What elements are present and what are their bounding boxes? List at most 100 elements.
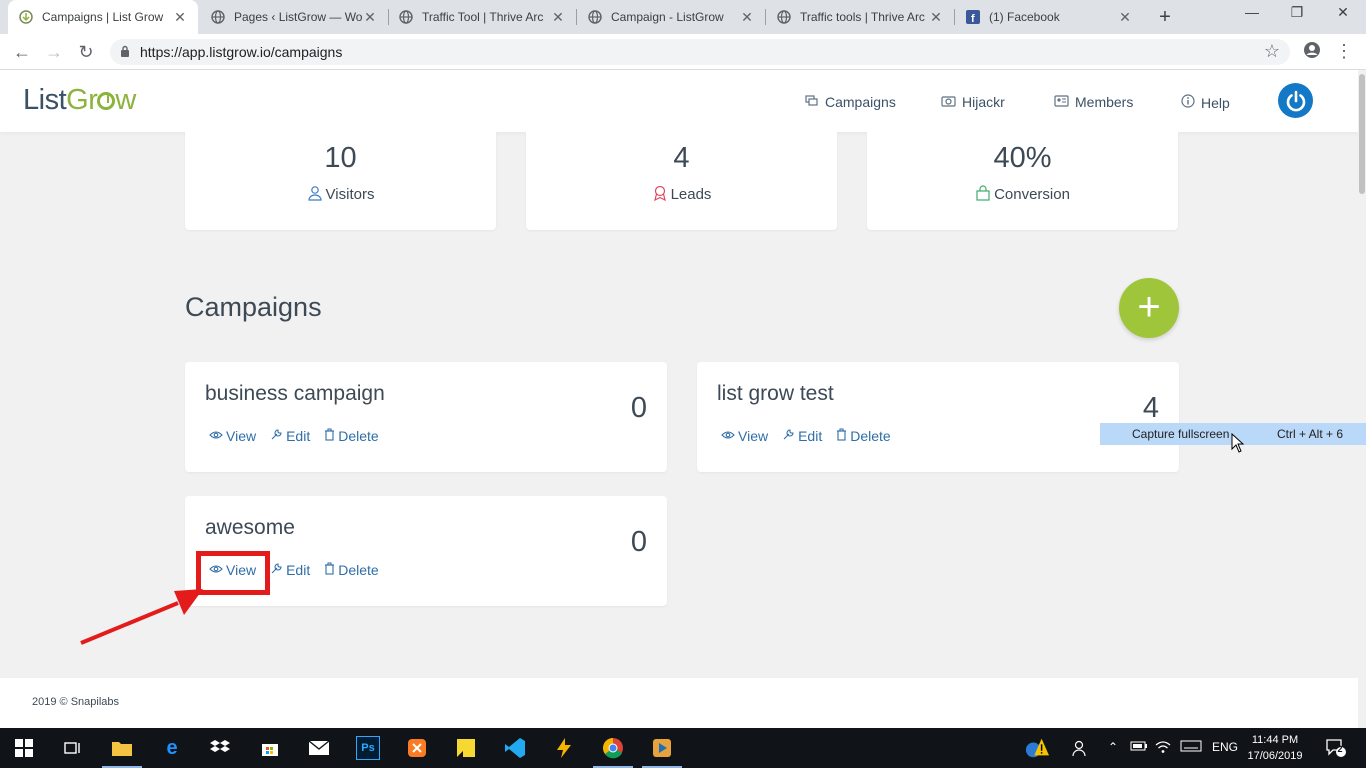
close-tab-icon[interactable]: ✕ (362, 9, 378, 26)
reload-button[interactable]: ↻ (74, 40, 98, 64)
edit-campaign-button[interactable]: Edit (782, 428, 822, 444)
campaign-name: awesome (205, 516, 295, 539)
edge-browser-icon[interactable]: e (160, 736, 184, 760)
globe-icon (776, 9, 792, 25)
maximize-window-button[interactable]: ❐ (1282, 4, 1312, 21)
nav-members[interactable]: Members (1054, 94, 1133, 110)
campaign-count: 0 (630, 392, 647, 424)
show-hidden-icons-icon[interactable]: ⌃ (1108, 740, 1118, 754)
svg-text:f: f (971, 13, 975, 24)
system-clock[interactable]: 11:44 PM 17/06/2019 (1240, 732, 1310, 764)
wrench-icon (782, 428, 795, 444)
wifi-icon[interactable] (1155, 740, 1171, 757)
warning-notification-icon[interactable] (1025, 736, 1049, 760)
dropbox-icon[interactable] (208, 736, 232, 760)
edit-campaign-button[interactable]: Edit (270, 428, 310, 444)
globe-icon (210, 9, 226, 25)
close-tab-icon[interactable]: ✕ (928, 9, 944, 26)
address-bar[interactable]: https://app.listgrow.io/campaigns (110, 39, 1290, 65)
clock-time: 11:44 PM (1251, 734, 1299, 746)
tab-title: Pages ‹ ListGrow — Wo (234, 10, 362, 24)
delete-campaign-button[interactable]: Delete (836, 428, 891, 444)
campaign-card: list grow test 4 View Edit Delete (697, 362, 1179, 472)
nav-hijackr[interactable]: Hijackr (941, 94, 1005, 110)
close-tab-icon[interactable]: ✕ (1117, 9, 1133, 26)
photoshop-icon[interactable]: Ps (356, 736, 380, 760)
browser-tab-facebook[interactable]: f (1) Facebook ✕ (955, 0, 1143, 34)
stat-card-conversion: 40% Conversion (867, 132, 1178, 230)
delete-campaign-button[interactable]: Delete (324, 428, 379, 444)
campaign-name: business campaign (205, 382, 385, 405)
clock-date: 17/06/2019 (1247, 750, 1303, 762)
browser-tab-campaign-listgrow[interactable]: Campaign - ListGrow ✕ (577, 0, 765, 34)
close-tab-icon[interactable]: ✕ (172, 9, 188, 26)
browser-tab-campaigns[interactable]: Campaigns | List Grow ✕ (8, 0, 198, 34)
close-tab-icon[interactable]: ✕ (739, 9, 755, 26)
people-icon[interactable] (1068, 736, 1092, 760)
globe-icon (398, 9, 414, 25)
close-window-button[interactable]: ✕ (1328, 4, 1358, 21)
page-scrollbar[interactable] (1358, 70, 1366, 728)
chrome-icon[interactable] (601, 736, 625, 760)
campaign-card: business campaign 0 View Edit Delete (185, 362, 667, 472)
sticky-notes-icon[interactable] (454, 736, 478, 760)
bookmark-star-icon[interactable]: ☆ (1261, 41, 1283, 62)
power-icon (1286, 90, 1305, 111)
nav-campaigns[interactable]: Campaigns (805, 94, 896, 110)
back-button[interactable]: ← (10, 40, 34, 64)
campaign-name: list grow test (717, 382, 834, 405)
browser-tab-traffic-tools[interactable]: Traffic tools | Thrive Arc ✕ (766, 0, 954, 34)
lightning-app-icon[interactable] (552, 736, 576, 760)
profile-icon[interactable] (1301, 41, 1323, 64)
footer-copyright: 2019 © Snapilabs (32, 696, 120, 708)
campaign-count: 0 (630, 526, 647, 558)
view-campaign-button[interactable]: View (721, 428, 768, 444)
browser-tabstrip: Campaigns | List Grow ✕ Pages ‹ ListGrow… (0, 0, 1366, 34)
language-indicator[interactable]: ENG (1212, 740, 1238, 754)
campaign-count: 4 (1142, 392, 1159, 424)
windows-start-icon[interactable] (12, 736, 36, 760)
facebook-icon: f (965, 9, 981, 25)
windows-taskbar: e Ps ⌃ ENG 11:44 PM 17/06/2019 2 (0, 728, 1366, 768)
wrench-icon (270, 562, 283, 578)
store-icon[interactable] (258, 736, 282, 760)
tab-title: (1) Facebook (989, 10, 1060, 24)
browser-menu-icon[interactable]: ⋮ (1333, 41, 1355, 62)
video-editor-icon[interactable] (650, 736, 674, 760)
xampp-icon[interactable] (405, 736, 429, 760)
add-campaign-button[interactable]: + (1119, 278, 1179, 338)
mail-icon[interactable] (307, 736, 331, 760)
campaigns-icon (805, 94, 819, 110)
task-view-icon[interactable] (60, 736, 84, 760)
stat-card-visitors: 10 Visitors (185, 132, 496, 230)
app-header: ListGr w Campaigns Hijackr Members Help (0, 70, 1366, 132)
vscode-icon[interactable] (503, 736, 527, 760)
action-center-icon[interactable]: 2 (1324, 736, 1348, 760)
delete-campaign-button[interactable]: Delete (324, 562, 379, 578)
edit-campaign-button[interactable]: Edit (270, 562, 310, 578)
tab-title: Traffic Tool | Thrive Arc (422, 10, 544, 24)
browser-tab-pages[interactable]: Pages ‹ ListGrow — Wo ✕ (200, 0, 388, 34)
trash-icon (324, 562, 335, 578)
eye-icon (209, 429, 223, 443)
tab-title: Campaigns | List Grow (42, 10, 164, 24)
listgrow-logo[interactable]: ListGr w (23, 84, 136, 117)
stat-label: Conversion (994, 186, 1070, 203)
browser-tab-traffic-tool[interactable]: Traffic Tool | Thrive Arc ✕ (388, 0, 576, 34)
stat-value: 10 (324, 142, 357, 174)
tab-title: Traffic tools | Thrive Arc (800, 10, 925, 24)
scrollbar-thumb[interactable] (1359, 74, 1365, 194)
power-logout-button[interactable] (1278, 83, 1313, 118)
file-explorer-icon[interactable] (110, 736, 134, 760)
battery-icon[interactable] (1130, 740, 1148, 755)
minimize-window-button[interactable]: — (1237, 4, 1267, 20)
stat-value: 4 (673, 142, 690, 174)
keyboard-icon[interactable] (1180, 740, 1202, 755)
camera-icon (941, 95, 956, 110)
annotation-arrow-icon (80, 589, 203, 645)
forward-button[interactable]: → (42, 40, 66, 64)
new-tab-button[interactable]: + (1154, 6, 1176, 29)
close-tab-icon[interactable]: ✕ (550, 9, 566, 26)
view-campaign-button[interactable]: View (209, 428, 256, 444)
nav-help[interactable]: Help (1181, 94, 1230, 111)
